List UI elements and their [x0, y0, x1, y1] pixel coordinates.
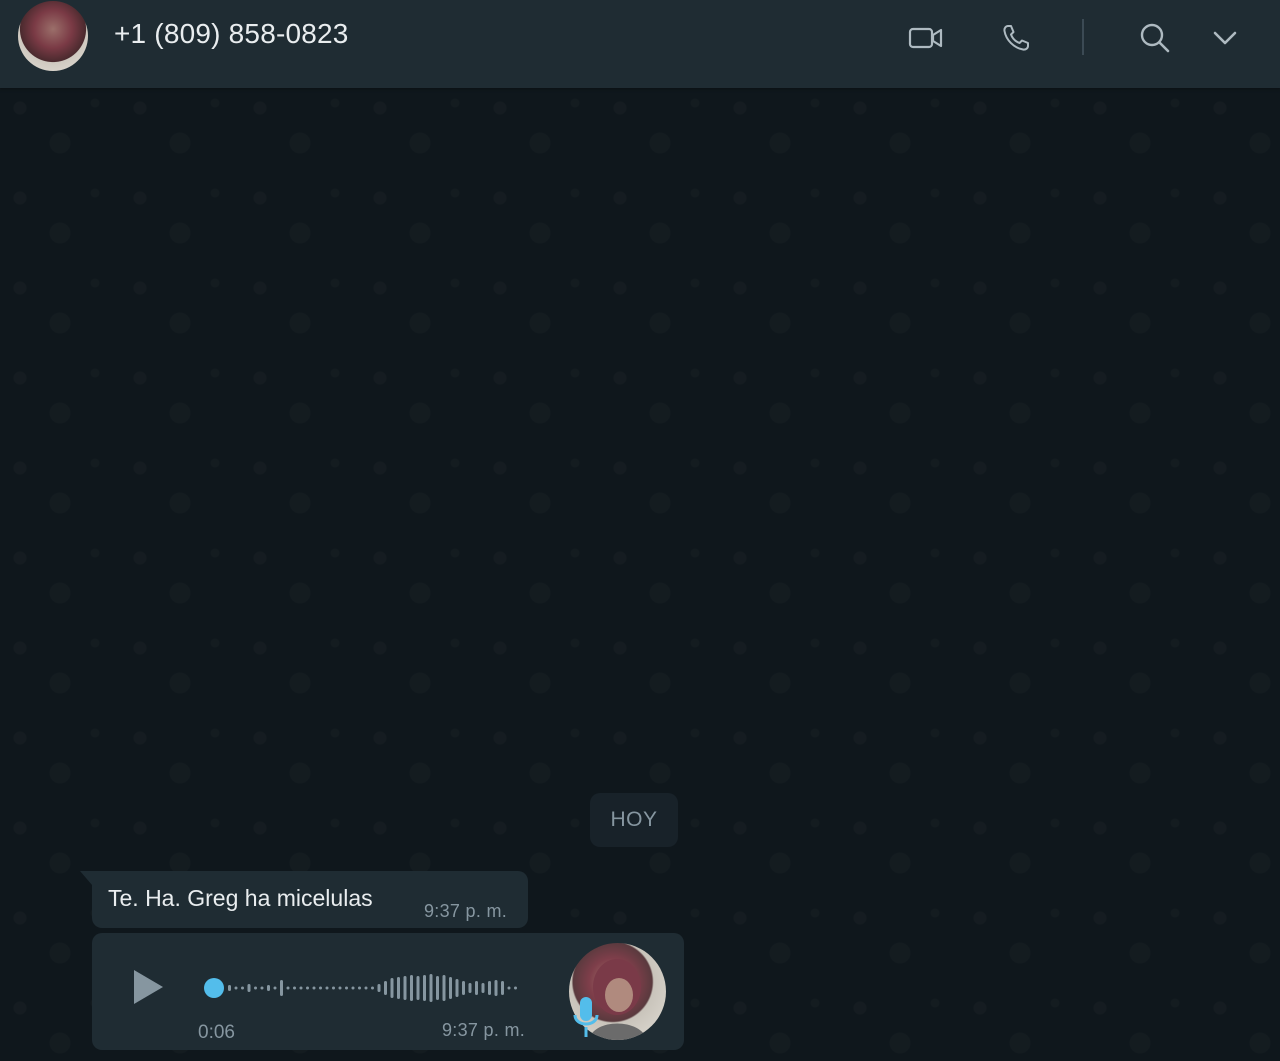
waveform-bar — [507, 986, 511, 990]
bubble-tail — [80, 871, 92, 885]
waveform-bar — [488, 981, 491, 995]
playback-scrubber — [204, 978, 224, 998]
waveform-bar — [273, 986, 277, 990]
microphone-icon — [572, 995, 600, 1041]
video-call-icon[interactable] — [908, 20, 944, 56]
waveform-bar — [247, 984, 251, 992]
waveform-bar — [312, 986, 316, 990]
waveform-bar — [280, 980, 283, 996]
message-time: 9:37 p. m. — [424, 901, 508, 921]
waveform-bar — [371, 986, 374, 990]
waveform-bar — [436, 976, 439, 1000]
waveform-bar — [475, 981, 478, 995]
waveform-bar — [449, 977, 452, 999]
waveform-bar — [455, 979, 459, 997]
contact-avatar[interactable] — [18, 1, 88, 71]
waveform-bar — [228, 985, 231, 991]
waveform-bar — [319, 986, 322, 990]
incoming-text-message[interactable]: Te. Ha. Greg ha micelulas 9:37 p. m. — [80, 871, 528, 928]
voice-duration: 0:06 — [198, 1022, 235, 1043]
search-icon[interactable] — [1137, 20, 1173, 56]
waveform-bar — [306, 986, 309, 990]
waveform-bar — [403, 976, 407, 1000]
chevron-down-icon[interactable] — [1207, 20, 1243, 56]
waveform-bar — [299, 986, 303, 990]
waveform-bar — [286, 986, 290, 990]
date-separator: HOY — [590, 793, 678, 847]
waveform-bar — [345, 986, 348, 990]
waveform-bar — [332, 986, 335, 990]
voice-waveform[interactable] — [204, 973, 524, 1003]
waveform-bar — [267, 985, 270, 991]
message-list[interactable]: HOY Te. Ha. Greg ha micelulas 9:37 p. m.… — [0, 88, 1280, 1061]
waveform-bar — [325, 986, 329, 990]
waveform-bar — [501, 981, 504, 995]
waveform-bar — [423, 975, 426, 1001]
chat-header: +1 (809) 858-0823 — [0, 0, 1280, 88]
waveform-bar — [390, 978, 394, 998]
header-divider — [1082, 19, 1084, 55]
chat-window: +1 (809) 858-0823 HOY Te. Ha. Greg ha mi… — [0, 0, 1280, 1061]
message-time: 9:37 p. m. — [442, 1020, 526, 1040]
waveform-bar — [377, 984, 381, 992]
waveform-bar — [234, 986, 238, 990]
waveform-bar — [358, 986, 361, 990]
waveform-bar — [481, 983, 485, 993]
waveform-bar — [468, 983, 472, 993]
waveform-bar — [384, 981, 387, 995]
waveform-bar — [442, 975, 446, 1001]
waveform-bar — [364, 986, 368, 990]
waveform-bar — [293, 986, 296, 990]
waveform-bar — [351, 986, 355, 990]
contact-name[interactable]: +1 (809) 858-0823 — [114, 18, 349, 50]
waveform-bar — [462, 981, 465, 995]
incoming-voice-message[interactable]: 0:06 9:37 p. m. — [92, 933, 684, 1050]
waveform-bar — [410, 975, 413, 1001]
voice-call-icon[interactable] — [998, 20, 1034, 56]
waveform-bar — [254, 986, 257, 990]
waveform-bar — [397, 977, 400, 999]
waveform-bar — [416, 976, 420, 1000]
waveform-bar — [514, 986, 517, 990]
waveform-bar — [338, 986, 342, 990]
play-icon[interactable] — [128, 967, 168, 1007]
waveform-bar — [260, 986, 264, 990]
waveform-bar — [494, 980, 498, 996]
message-text: Te. Ha. Greg ha micelulas — [108, 885, 373, 911]
waveform-bar — [429, 974, 433, 1002]
waveform-bar — [241, 986, 244, 990]
